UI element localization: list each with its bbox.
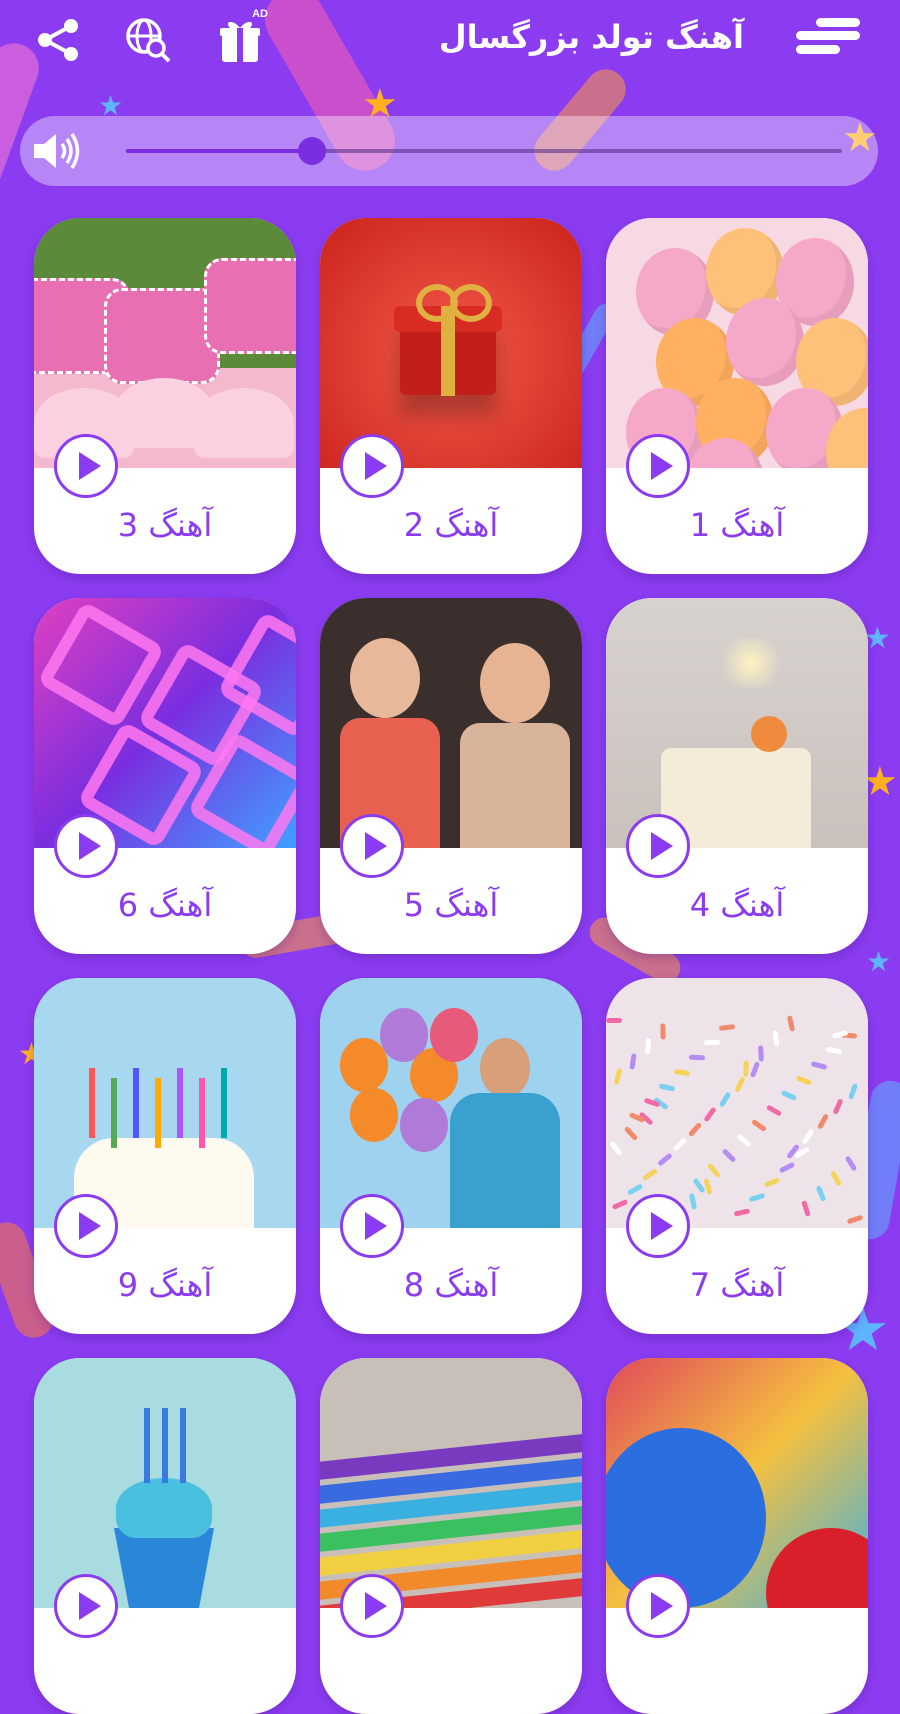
app-bar: AD آهنگ تولد بزرگسال [0, 0, 900, 80]
share-icon [38, 19, 78, 61]
song-title: آهنگ 5 [403, 886, 499, 924]
song-thumbnail [606, 978, 868, 1228]
page-title: آهنگ تولد بزرگسال [438, 18, 744, 56]
song-thumbnail [320, 978, 582, 1228]
menu-icon [796, 18, 860, 54]
play-button[interactable] [626, 814, 690, 878]
song-thumbnail [34, 978, 296, 1228]
speaker-icon [34, 133, 80, 169]
song-card[interactable]: آهنگ 6 [34, 598, 296, 954]
song-card[interactable] [34, 1358, 296, 1714]
globe-search-icon [126, 18, 171, 63]
volume-slider-thumb[interactable] [298, 137, 327, 165]
song-title: آهنگ 2 [403, 506, 499, 544]
song-card[interactable]: آهنگ 4 [606, 598, 868, 954]
volume-slider-fill [126, 149, 313, 153]
play-button[interactable] [340, 434, 404, 498]
ad-badge: AD [252, 8, 268, 20]
song-card[interactable]: آهنگ 5 [320, 598, 582, 954]
volume-control [20, 116, 878, 186]
ad-gift-button[interactable]: AD [214, 8, 268, 66]
song-thumbnail [320, 1358, 582, 1608]
song-title: آهنگ 7 [689, 1266, 785, 1304]
play-button[interactable] [54, 1194, 118, 1258]
play-button[interactable] [626, 1194, 690, 1258]
song-title: آهنگ 4 [689, 886, 785, 924]
gift-icon [220, 21, 260, 62]
song-card[interactable]: آهنگ 1 [606, 218, 868, 574]
play-button[interactable] [54, 814, 118, 878]
song-card[interactable]: آهنگ 3 [34, 218, 296, 574]
song-card[interactable]: آهنگ 9 [34, 978, 296, 1334]
play-button[interactable] [54, 434, 118, 498]
song-title: آهنگ 6 [117, 886, 213, 924]
song-card[interactable]: آهنگ 8 [320, 978, 582, 1334]
song-title: آهنگ 8 [403, 1266, 499, 1304]
song-title: آهنگ 9 [117, 1266, 213, 1304]
play-button[interactable] [340, 1574, 404, 1638]
song-thumbnail [606, 1358, 868, 1608]
menu-button[interactable] [796, 16, 860, 64]
song-thumbnail [606, 218, 868, 468]
song-title: آهنگ 1 [689, 506, 785, 544]
song-thumbnail [320, 598, 582, 848]
play-button[interactable] [626, 434, 690, 498]
song-card[interactable]: آهنگ 7 [606, 978, 868, 1334]
share-button[interactable] [32, 14, 84, 66]
mute-button[interactable] [32, 130, 80, 172]
song-thumbnail [34, 218, 296, 468]
volume-slider[interactable] [126, 137, 842, 165]
song-card[interactable] [606, 1358, 868, 1714]
play-button[interactable] [54, 1574, 118, 1638]
play-button[interactable] [340, 814, 404, 878]
language-search-button[interactable] [122, 14, 174, 66]
song-thumbnail [34, 1358, 296, 1608]
song-thumbnail [34, 598, 296, 848]
song-thumbnail [320, 218, 582, 468]
song-title: آهنگ 3 [117, 506, 213, 544]
song-thumbnail [606, 598, 868, 848]
play-button[interactable] [340, 1194, 404, 1258]
song-card[interactable]: آهنگ 2 [320, 218, 582, 574]
play-button[interactable] [626, 1574, 690, 1638]
song-card[interactable] [320, 1358, 582, 1714]
